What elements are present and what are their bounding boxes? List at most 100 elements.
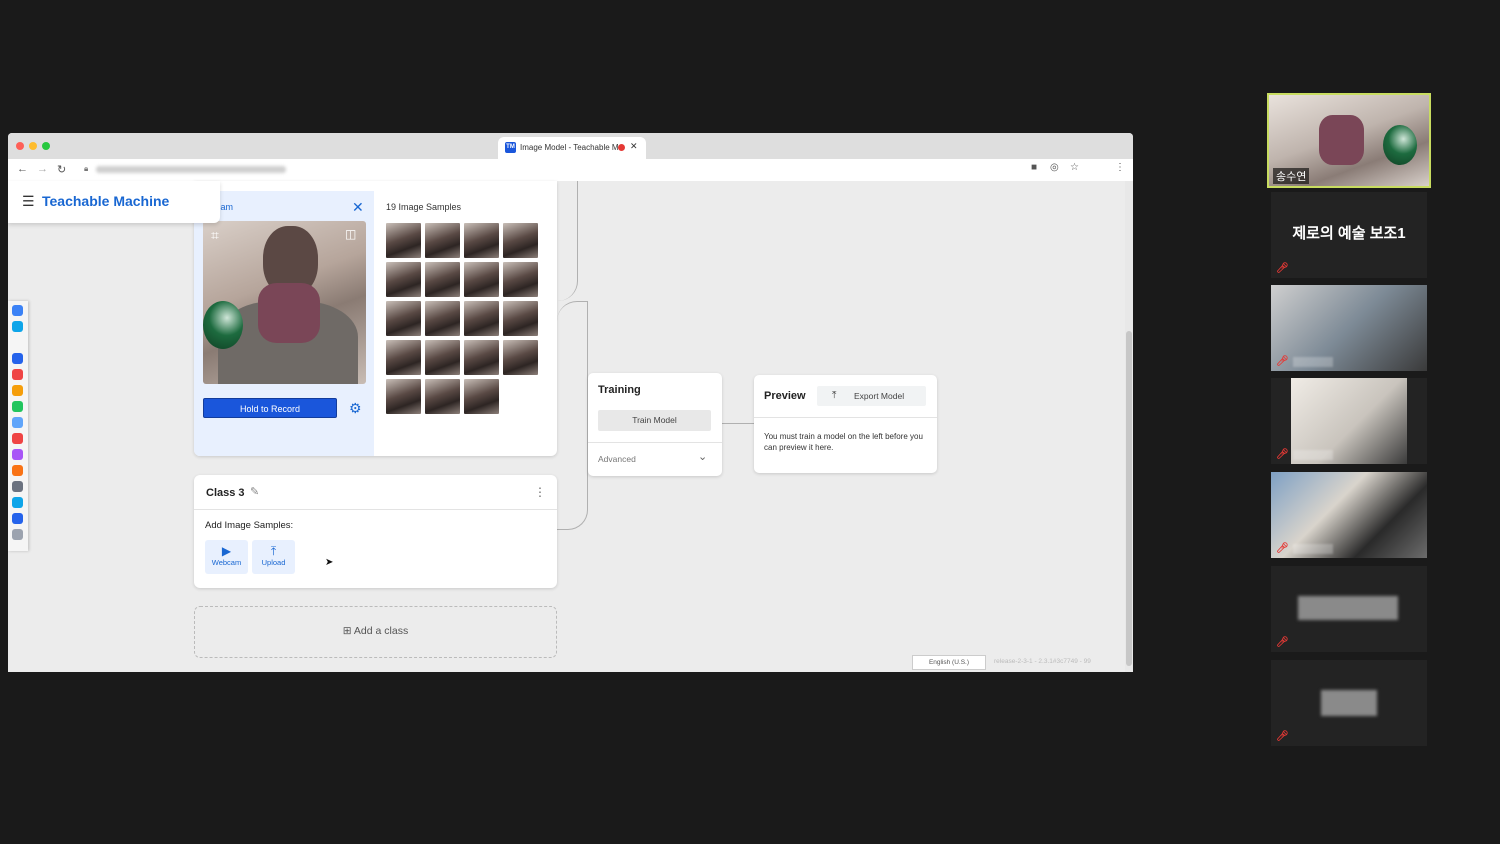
participant-name-blurred	[1293, 544, 1333, 554]
class-title[interactable]: Class 3	[206, 487, 245, 499]
image-sample-thumbnail[interactable]	[425, 301, 460, 336]
camera-icon[interactable]: ■	[1031, 162, 1037, 173]
upload-button[interactable]: ⤒ Upload	[252, 540, 295, 574]
train-model-button[interactable]: Train Model	[598, 410, 711, 431]
image-sample-thumbnail[interactable]	[386, 223, 421, 258]
dock-app-icon[interactable]	[12, 449, 23, 460]
participant-tile[interactable]: 🎤︎	[1271, 378, 1427, 464]
app-header: ☰ Teachable Machine	[8, 181, 220, 223]
participant-tile[interactable]: 🎤︎	[1271, 472, 1427, 558]
image-sample-thumbnail[interactable]	[386, 301, 421, 336]
language-select[interactable]: English (U.S.)	[912, 655, 986, 670]
dock-app-icon[interactable]	[12, 353, 23, 364]
image-sample-thumbnail[interactable]	[425, 340, 460, 375]
video-green-ball	[203, 301, 243, 349]
dock-app-icon[interactable]	[12, 305, 23, 316]
participant-tile[interactable]: 🎤︎	[1271, 285, 1427, 371]
image-samples-grid	[386, 223, 541, 414]
chevron-down-icon[interactable]: ⌄	[698, 450, 707, 463]
webcam-video: ⌗ ◫	[203, 221, 366, 384]
dock-app-icon[interactable]	[12, 433, 23, 444]
dock-app-icon[interactable]	[12, 417, 23, 428]
image-sample-thumbnail[interactable]	[425, 262, 460, 297]
training-title: Training	[598, 384, 641, 396]
bookmark-star-icon[interactable]: ☆	[1070, 162, 1079, 173]
image-sample-thumbnail[interactable]	[464, 262, 499, 297]
scrollbar[interactable]	[1125, 181, 1133, 672]
image-sample-thumbnail[interactable]	[464, 379, 499, 414]
maximize-window-button[interactable]	[42, 142, 50, 150]
hamburger-menu-icon[interactable]: ☰	[22, 193, 35, 210]
add-class-button[interactable]: ⊞ Add a class	[194, 606, 557, 658]
dock-app-icon[interactable]	[12, 529, 23, 540]
scrollbar-thumb[interactable]	[1126, 331, 1132, 666]
tab-close-icon[interactable]: ✕	[630, 141, 638, 152]
participant-tile[interactable]: 제로의 예술 보조1 🎤︎	[1271, 192, 1427, 278]
app-dock	[8, 301, 28, 551]
browser-tab[interactable]: TM Image Model - Teachable M ✕	[498, 137, 646, 159]
export-model-button[interactable]: ⤒ Export Model	[817, 386, 926, 406]
export-model-label: Export Model	[854, 391, 905, 401]
dock-app-icon[interactable]	[12, 321, 23, 332]
image-sample-thumbnail[interactable]	[464, 340, 499, 375]
image-sample-thumbnail[interactable]	[503, 223, 538, 258]
add-samples-label: Add Image Samples:	[205, 520, 294, 531]
dock-app-icon[interactable]	[12, 513, 23, 524]
image-sample-thumbnail[interactable]	[503, 301, 538, 336]
export-upload-icon: ⤒	[832, 390, 837, 401]
tracking-protection-icon[interactable]: ◎	[1050, 162, 1059, 173]
back-arrow-icon[interactable]: ←	[17, 163, 28, 175]
edit-pencil-icon[interactable]: ✎	[250, 485, 259, 498]
image-sample-thumbnail[interactable]	[425, 223, 460, 258]
flip-camera-icon[interactable]: ◫	[345, 227, 356, 241]
participant-name: 제로의 예술 보조1	[1292, 225, 1406, 242]
image-sample-thumbnail[interactable]	[503, 340, 538, 375]
connector-line	[557, 423, 588, 530]
webcam-panel: cam ✕ ⌗ ◫ Hold to Record ⚙	[194, 191, 374, 456]
divider	[754, 417, 937, 418]
participant-tile[interactable]: 🎤︎	[1271, 566, 1427, 652]
connector-line	[557, 301, 588, 424]
participant-tile-active[interactable]: 송수연	[1267, 93, 1431, 188]
reload-icon[interactable]: ↻	[57, 163, 66, 176]
video-person-scarf	[1319, 115, 1364, 165]
dock-app-icon[interactable]	[12, 369, 23, 380]
advanced-toggle[interactable]: Advanced	[598, 454, 636, 464]
divider	[194, 509, 557, 510]
forward-arrow-icon[interactable]: →	[37, 163, 48, 175]
add-class-label: Add a class	[353, 625, 409, 637]
participant-tile[interactable]: 🎤︎	[1271, 660, 1427, 746]
dock-app-icon[interactable]	[12, 497, 23, 508]
image-sample-thumbnail[interactable]	[425, 379, 460, 414]
image-sample-thumbnail[interactable]	[464, 301, 499, 336]
add-class-row: ⊞ Add a class	[195, 625, 556, 637]
image-sample-thumbnail[interactable]	[386, 379, 421, 414]
image-sample-thumbnail[interactable]	[386, 262, 421, 297]
title-bar: TM Image Model - Teachable M ✕	[8, 133, 1133, 159]
close-window-button[interactable]	[16, 142, 24, 150]
dock-app-icon[interactable]	[12, 385, 23, 396]
tab-title: Image Model - Teachable M	[520, 143, 619, 152]
close-icon[interactable]: ✕	[352, 199, 364, 216]
url-input[interactable]: 🔒︎	[80, 162, 1080, 178]
page-content: cam ✕ ⌗ ◫ Hold to Record ⚙ 19 Image Samp…	[8, 181, 1133, 672]
video-person-scarf	[258, 283, 320, 343]
url-text-blurred	[96, 166, 286, 173]
preview-card: Preview ⤒ Export Model You must train a …	[754, 375, 937, 473]
crop-icon[interactable]: ⌗	[211, 227, 219, 244]
more-options-icon[interactable]: ⋮	[534, 485, 546, 499]
dock-app-icon[interactable]	[12, 481, 23, 492]
browser-menu-icon[interactable]: ⋮	[1115, 162, 1125, 173]
dock-app-icon[interactable]	[12, 337, 23, 348]
image-sample-thumbnail[interactable]	[386, 340, 421, 375]
gear-icon[interactable]: ⚙	[349, 400, 362, 417]
version-text: release-2-3-1 - 2.3.1#3c7749 - 99	[994, 658, 1091, 665]
app-brand[interactable]: Teachable Machine	[42, 193, 169, 209]
image-sample-thumbnail[interactable]	[464, 223, 499, 258]
hold-to-record-button[interactable]: Hold to Record	[203, 398, 337, 418]
image-sample-thumbnail[interactable]	[503, 262, 538, 297]
minimize-window-button[interactable]	[29, 142, 37, 150]
dock-app-icon[interactable]	[12, 465, 23, 476]
webcam-button[interactable]: ▶︎ Webcam	[205, 540, 248, 574]
dock-app-icon[interactable]	[12, 401, 23, 412]
